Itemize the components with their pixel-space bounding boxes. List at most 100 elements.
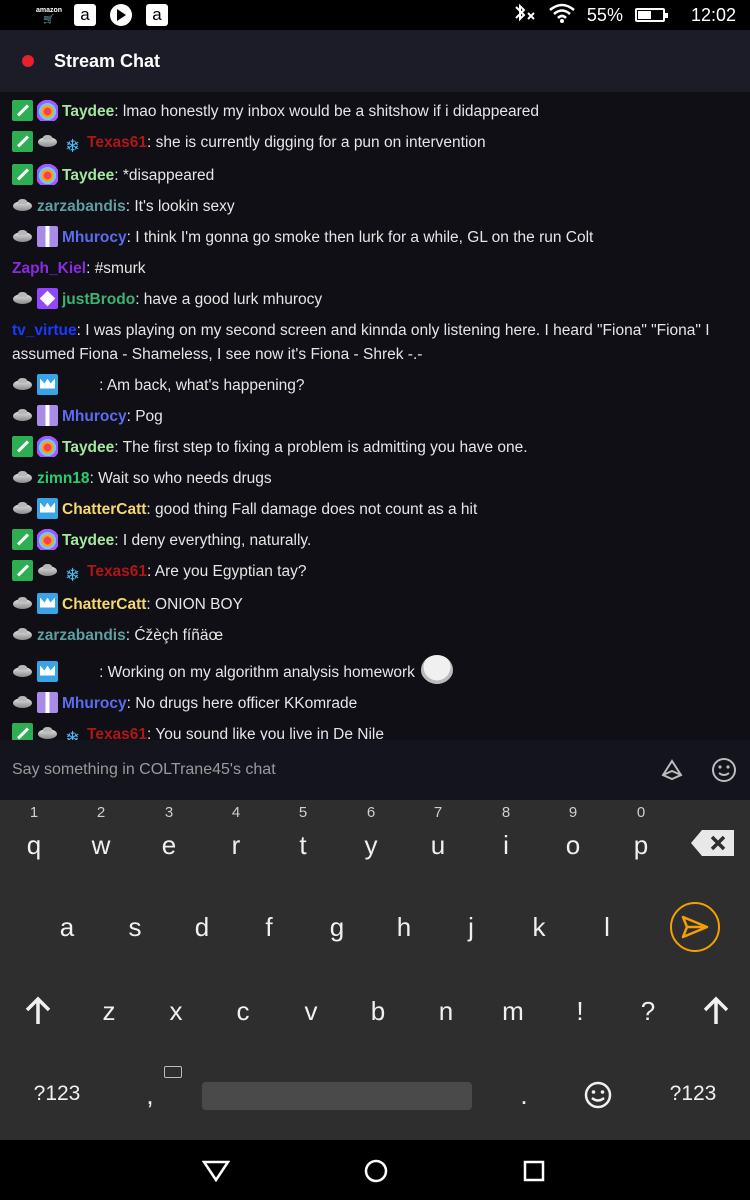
key-d[interactable]: d bbox=[172, 912, 232, 943]
subscriber-icon bbox=[12, 288, 33, 309]
emoji-icon[interactable] bbox=[710, 756, 738, 784]
key-p[interactable]: 0p bbox=[611, 804, 671, 861]
key-v[interactable]: v bbox=[281, 996, 341, 1027]
chat-username[interactable]: tv_virtue bbox=[12, 322, 77, 339]
symbols-key-left[interactable]: ?123 bbox=[22, 1082, 92, 1106]
chat-input[interactable] bbox=[12, 761, 634, 779]
battery-icon bbox=[634, 8, 668, 22]
shift-key-left[interactable] bbox=[8, 996, 68, 1033]
chat-username[interactable]: zimn18 bbox=[37, 470, 90, 487]
wifi-icon bbox=[549, 3, 575, 28]
key-z[interactable]: z bbox=[79, 996, 139, 1027]
chat-username[interactable]: Mhurocy bbox=[62, 229, 127, 246]
key-x[interactable]: x bbox=[146, 996, 206, 1027]
amazon-app-icon: a bbox=[74, 4, 96, 26]
gift-icon bbox=[37, 225, 58, 247]
shift-key-right[interactable] bbox=[686, 996, 746, 1033]
key-l[interactable]: l bbox=[577, 912, 637, 943]
navigation-bar bbox=[0, 1140, 750, 1200]
chat-username[interactable]: Felcr bbox=[62, 377, 99, 394]
symbols-key-right[interactable]: ?123 bbox=[658, 1082, 728, 1106]
chat-username[interactable]: Zaph_Kiel bbox=[12, 260, 86, 277]
chat-username[interactable]: Mhurocy bbox=[62, 695, 127, 712]
key-e[interactable]: 3e bbox=[139, 804, 199, 861]
key-m[interactable]: m bbox=[483, 996, 543, 1027]
key-h[interactable]: h bbox=[374, 912, 434, 943]
chat-message: ChatterCatt: ONION BOY bbox=[12, 589, 740, 620]
chat-text: : ONION BOY bbox=[146, 595, 243, 613]
chat-username[interactable]: Texas61 bbox=[87, 134, 147, 151]
chat-username[interactable]: ChatterCatt bbox=[62, 501, 146, 518]
comma-key[interactable]: , bbox=[120, 1080, 180, 1111]
period-key[interactable]: . bbox=[494, 1080, 554, 1111]
chat-username[interactable]: zarzabandis bbox=[37, 627, 126, 644]
chat-text: : *disappeared bbox=[114, 166, 215, 184]
chat-messages[interactable]: Taydee: lmao honestly my inbox would be … bbox=[0, 92, 750, 740]
key-u[interactable]: 7u bbox=[408, 804, 468, 861]
subscriber-icon bbox=[12, 624, 33, 645]
rainbow-badge-icon bbox=[37, 528, 58, 550]
chat-username[interactable]: Texas61 bbox=[87, 726, 147, 741]
back-icon[interactable] bbox=[202, 1158, 230, 1184]
snowflake-icon: ❄ bbox=[64, 135, 81, 156]
chat-text: : Working on my algorithm analysis homew… bbox=[99, 663, 415, 681]
key-r[interactable]: 4r bbox=[206, 804, 266, 861]
key-k[interactable]: k bbox=[509, 912, 569, 943]
chat-username[interactable]: ChatterCatt bbox=[62, 596, 146, 613]
chat-username[interactable]: Felcr bbox=[62, 664, 99, 681]
on-screen-keyboard: ?123 , . ?123 1q2w3e4r5t6y7u8i9o0pasdfgh… bbox=[0, 800, 750, 1140]
key-y[interactable]: 6y bbox=[341, 804, 401, 861]
chat-username[interactable]: Taydee bbox=[62, 103, 114, 120]
key-i[interactable]: 8i bbox=[476, 804, 536, 861]
key-label: r bbox=[231, 830, 241, 860]
key-s[interactable]: s bbox=[105, 912, 165, 943]
key-label: u bbox=[430, 830, 446, 860]
space-key[interactable] bbox=[202, 1082, 472, 1110]
recents-icon[interactable] bbox=[520, 1158, 548, 1184]
emoji-key[interactable] bbox=[568, 1080, 628, 1117]
chat-message: Taydee: The first step to fixing a probl… bbox=[12, 432, 740, 463]
crown-icon bbox=[37, 373, 58, 395]
moderator-icon bbox=[12, 559, 33, 581]
chat-message: zarzabandis: It's lookin sexy bbox=[12, 191, 740, 222]
moderator-icon bbox=[12, 130, 33, 152]
subscriber-icon bbox=[12, 692, 33, 713]
send-key[interactable] bbox=[670, 902, 720, 952]
rainbow-badge-icon bbox=[37, 163, 58, 185]
key-o[interactable]: 9o bbox=[543, 804, 603, 861]
key-question[interactable]: ? bbox=[618, 996, 678, 1027]
key-exclamation[interactable]: ! bbox=[550, 996, 610, 1027]
key-w[interactable]: 2w bbox=[71, 804, 131, 861]
rainbow-badge-icon bbox=[37, 435, 58, 457]
chat-message: justBrodo: have a good lurk mhurocy bbox=[12, 284, 740, 315]
chat-username[interactable]: Taydee bbox=[62, 532, 114, 549]
key-number-hint: 7 bbox=[433, 804, 443, 821]
key-c[interactable]: c bbox=[213, 996, 273, 1027]
crown-icon bbox=[37, 660, 58, 682]
chat-username[interactable]: justBrodo bbox=[62, 291, 135, 308]
bits-icon[interactable] bbox=[658, 756, 686, 784]
amazon-icon: a bbox=[146, 4, 168, 26]
key-a[interactable]: a bbox=[37, 912, 97, 943]
crown-icon bbox=[37, 592, 58, 614]
gift-icon bbox=[37, 404, 58, 426]
home-icon[interactable] bbox=[362, 1158, 390, 1184]
chat-text: : It's lookin sexy bbox=[125, 197, 235, 215]
chat-username[interactable]: Texas61 bbox=[87, 563, 147, 580]
key-n[interactable]: n bbox=[416, 996, 476, 1027]
chat-text: : Am back, what's happening? bbox=[99, 376, 305, 394]
subscriber-icon bbox=[37, 560, 58, 581]
chat-username[interactable]: Taydee bbox=[62, 167, 114, 184]
key-b[interactable]: b bbox=[348, 996, 408, 1027]
chat-username[interactable]: Mhurocy bbox=[62, 408, 127, 425]
key-t[interactable]: 5t bbox=[273, 804, 333, 861]
key-g[interactable]: g bbox=[307, 912, 367, 943]
backspace-key[interactable] bbox=[690, 828, 736, 865]
key-j[interactable]: j bbox=[441, 912, 501, 943]
chat-username[interactable]: Taydee bbox=[62, 439, 114, 456]
key-label: i bbox=[503, 830, 509, 860]
key-f[interactable]: f bbox=[239, 912, 299, 943]
chat-username[interactable]: zarzabandis bbox=[37, 198, 126, 215]
battery-percent: 55% bbox=[586, 4, 623, 25]
key-q[interactable]: 1q bbox=[4, 804, 64, 861]
